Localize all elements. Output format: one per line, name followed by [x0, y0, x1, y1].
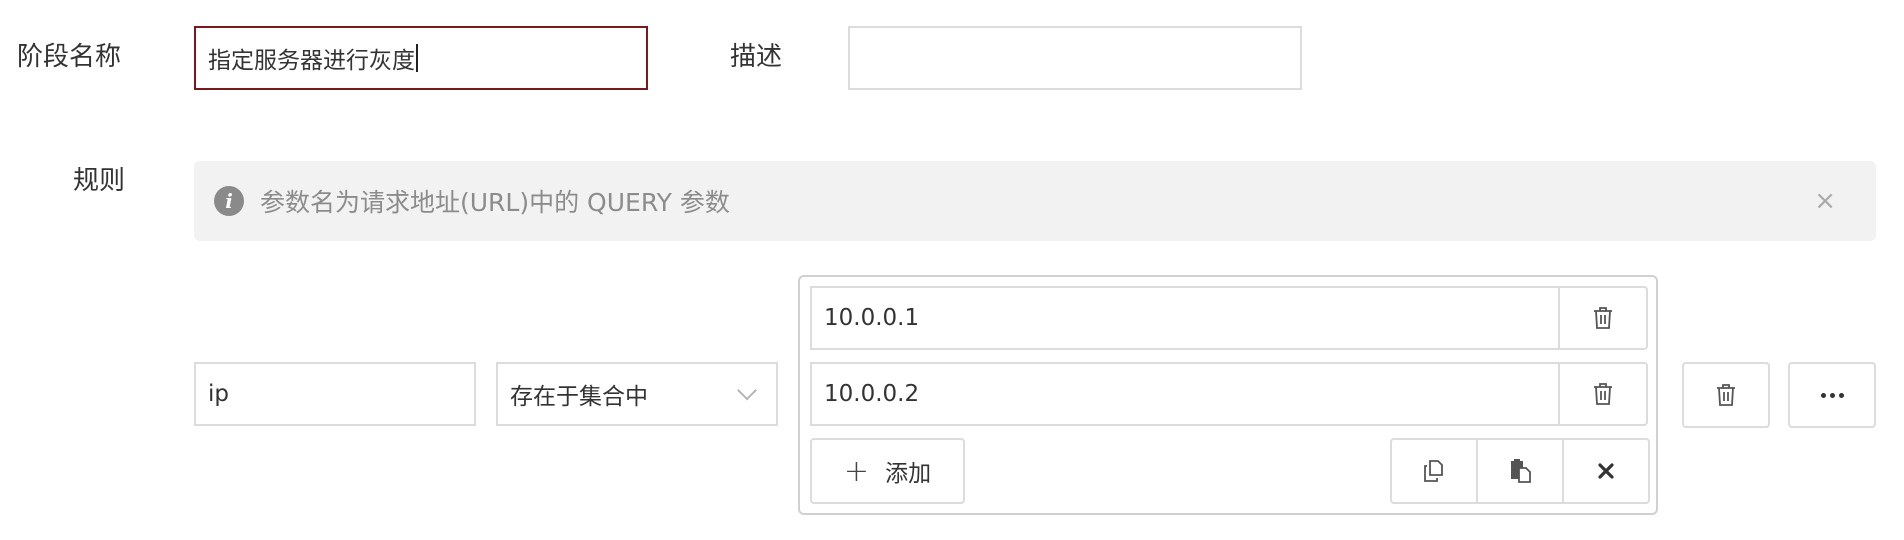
operator-select[interactable]: 存在于集合中: [496, 362, 778, 426]
param-name-input[interactable]: ip: [194, 362, 476, 426]
set-value-input[interactable]: 10.0.0.2: [810, 362, 1560, 426]
set-value-input[interactable]: 10.0.0.1: [810, 286, 1560, 350]
info-icon: i: [214, 186, 244, 216]
value-set-actions: [1390, 438, 1650, 504]
set-value-text: 10.0.0.2: [824, 381, 920, 407]
chevron-down-icon: [737, 380, 757, 401]
set-value-text: 10.0.0.1: [824, 305, 920, 331]
description-input[interactable]: [848, 26, 1302, 90]
stage-name-label: 阶段名称: [17, 42, 122, 72]
text-caret: [416, 44, 418, 72]
rules-label: 规则: [73, 166, 126, 196]
add-value-button[interactable]: + 添加: [810, 438, 965, 504]
add-value-label: 添加: [885, 461, 932, 487]
trash-icon: [1594, 307, 1612, 329]
more-button[interactable]: [1788, 362, 1876, 428]
delete-rule-button[interactable]: [1682, 362, 1770, 428]
info-alert: i 参数名为请求地址(URL)中的 QUERY 参数 ×: [194, 161, 1876, 241]
close-icon: [1598, 463, 1614, 479]
stage-name-input[interactable]: 指定服务器进行灰度: [194, 26, 648, 90]
trash-icon: [1594, 383, 1612, 405]
delete-value-button[interactable]: [1558, 286, 1648, 350]
param-name-value: ip: [208, 381, 229, 407]
delete-value-button[interactable]: [1558, 362, 1648, 426]
paste-icon: [1511, 459, 1531, 483]
copy-button[interactable]: [1390, 438, 1478, 504]
clear-button[interactable]: [1562, 438, 1650, 504]
operator-value: 存在于集合中: [510, 384, 648, 410]
trash-icon: [1717, 384, 1735, 406]
description-label: 描述: [730, 42, 783, 72]
copy-icon: [1424, 460, 1443, 482]
alert-text: 参数名为请求地址(URL)中的 QUERY 参数: [260, 188, 730, 217]
paste-button[interactable]: [1476, 438, 1564, 504]
plus-icon: +: [843, 453, 870, 489]
close-icon[interactable]: ×: [1814, 188, 1836, 214]
more-icon: [1820, 392, 1844, 398]
stage-name-value: 指定服务器进行灰度: [208, 48, 415, 74]
